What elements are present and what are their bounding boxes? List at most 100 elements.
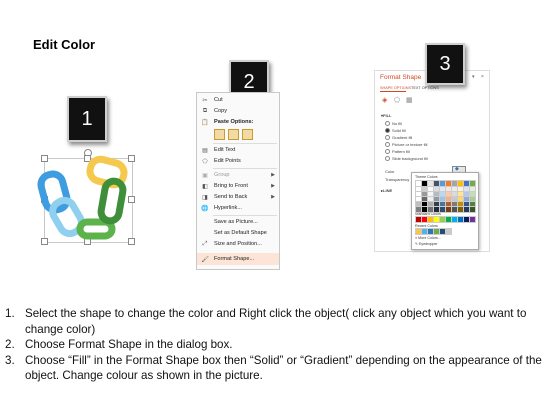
color-swatch[interactable] — [445, 206, 452, 213]
menu-item-edit-points[interactable]: ⬠ Edit Points — [197, 156, 279, 166]
color-swatch[interactable] — [451, 196, 458, 203]
effects-icon[interactable]: ⬠ — [394, 96, 400, 104]
menu-item-set-default-shape[interactable]: Set as Default Shape — [197, 228, 279, 238]
color-swatch[interactable] — [469, 206, 476, 213]
fill-line-icon[interactable]: ◈ — [382, 96, 387, 104]
color-swatch[interactable] — [451, 201, 458, 208]
color-swatch[interactable] — [463, 206, 470, 213]
tab-shape-options[interactable]: SHAPE OPTIONS — [380, 86, 411, 90]
color-swatch[interactable] — [433, 228, 440, 235]
color-swatch[interactable] — [463, 186, 470, 193]
color-swatch[interactable] — [415, 196, 422, 203]
color-swatch[interactable] — [463, 180, 470, 187]
color-swatch[interactable] — [433, 196, 440, 203]
color-swatch[interactable] — [421, 191, 428, 198]
color-swatch[interactable] — [439, 201, 446, 208]
color-swatch[interactable] — [439, 180, 446, 187]
color-swatch[interactable] — [421, 186, 428, 193]
menu-item-copy[interactable]: ⧉ Copy — [197, 106, 279, 116]
color-swatch[interactable] — [457, 201, 464, 208]
color-swatch[interactable] — [415, 191, 422, 198]
fill-option-pattern[interactable]: Pattern fill — [385, 149, 410, 154]
fill-option-gradient[interactable]: Gradient fill — [385, 135, 412, 140]
color-swatch[interactable] — [439, 191, 446, 198]
color-swatch[interactable] — [421, 180, 428, 187]
color-swatch[interactable] — [415, 180, 422, 187]
color-swatch[interactable] — [457, 196, 464, 203]
color-swatch[interactable] — [421, 216, 428, 223]
color-swatch[interactable] — [451, 180, 458, 187]
color-swatch[interactable] — [427, 228, 434, 235]
eyedropper-item[interactable]: ✎ Eyedropper — [415, 242, 438, 246]
color-swatch[interactable] — [427, 186, 434, 193]
color-swatch[interactable] — [433, 201, 440, 208]
color-swatch[interactable] — [427, 196, 434, 203]
color-swatch[interactable] — [445, 201, 452, 208]
color-swatch[interactable] — [439, 206, 446, 213]
color-swatch[interactable] — [439, 186, 446, 193]
color-swatch[interactable] — [439, 196, 446, 203]
color-swatch[interactable] — [415, 201, 422, 208]
color-swatch[interactable] — [427, 206, 434, 213]
color-swatch[interactable] — [457, 180, 464, 187]
color-swatch[interactable] — [457, 186, 464, 193]
color-swatch[interactable] — [427, 180, 434, 187]
color-swatch[interactable] — [439, 216, 446, 223]
color-swatch[interactable] — [451, 216, 458, 223]
color-swatch[interactable] — [463, 216, 470, 223]
color-swatch[interactable] — [451, 191, 458, 198]
paste-merge-icon[interactable] — [228, 128, 239, 140]
color-swatch[interactable] — [439, 228, 446, 235]
paste-text-only-icon[interactable] — [242, 128, 253, 140]
paste-keep-source-icon[interactable] — [214, 128, 225, 140]
color-swatch[interactable] — [469, 186, 476, 193]
color-swatch[interactable] — [415, 206, 422, 213]
color-swatch[interactable] — [463, 196, 470, 203]
color-swatch[interactable] — [469, 191, 476, 198]
color-swatch[interactable] — [433, 180, 440, 187]
menu-item-save-as-picture[interactable]: Save as Picture... — [197, 217, 279, 227]
color-swatch[interactable] — [457, 216, 464, 223]
color-swatch[interactable] — [421, 201, 428, 208]
color-swatch[interactable] — [457, 206, 464, 213]
color-swatch[interactable] — [469, 196, 476, 203]
pane-options-icon[interactable]: ▾ — [472, 74, 475, 80]
color-swatch[interactable] — [415, 216, 422, 223]
color-swatch[interactable] — [427, 201, 434, 208]
menu-item-format-shape[interactable]: 🖌 Format Shape... — [197, 253, 279, 265]
tab-text-options[interactable]: TEXT OPTIONS — [411, 86, 439, 90]
close-icon[interactable]: × — [481, 74, 484, 80]
color-swatch[interactable] — [445, 186, 452, 193]
color-swatch[interactable] — [469, 180, 476, 187]
color-swatch[interactable] — [469, 216, 476, 223]
color-swatch[interactable] — [415, 228, 422, 235]
color-swatch[interactable] — [445, 196, 452, 203]
color-swatch[interactable] — [415, 186, 422, 193]
color-swatch[interactable] — [457, 191, 464, 198]
color-swatch[interactable] — [445, 216, 452, 223]
color-swatch[interactable] — [421, 196, 428, 203]
fill-option-no-fill[interactable]: No fill — [385, 121, 402, 126]
color-swatch[interactable] — [433, 206, 440, 213]
menu-item-cut[interactable]: ✂ Cut — [197, 95, 279, 105]
menu-item-bring-to-front[interactable]: ◧ Bring to Front ▶ — [197, 181, 279, 191]
fill-option-slide-background[interactable]: Slide background fill — [385, 156, 428, 161]
menu-item-send-to-back[interactable]: ◨ Send to Back ▶ — [197, 192, 279, 202]
menu-item-hyperlink[interactable]: 🌐 Hyperlink... — [197, 203, 279, 213]
menu-item-edit-text[interactable]: ▤ Edit Text — [197, 145, 279, 155]
color-swatch[interactable] — [421, 228, 428, 235]
color-swatch[interactable] — [469, 201, 476, 208]
fill-option-picture[interactable]: Picture or texture fill — [385, 142, 427, 147]
line-section-header[interactable]: ▸ LINE — [381, 188, 392, 193]
fill-option-solid[interactable]: Solid fill — [385, 128, 406, 133]
color-swatch[interactable] — [421, 206, 428, 213]
menu-item-group[interactable]: ▣ Group ▶ — [197, 170, 279, 180]
color-swatch[interactable] — [427, 216, 434, 223]
color-swatch[interactable] — [451, 206, 458, 213]
color-swatch[interactable] — [463, 201, 470, 208]
menu-item-size-position[interactable]: ⤢ Size and Position... — [197, 239, 279, 249]
color-swatch[interactable] — [427, 191, 434, 198]
color-swatch[interactable] — [433, 186, 440, 193]
color-swatch[interactable] — [451, 186, 458, 193]
more-colors-item[interactable]: ● More Colors... — [415, 236, 441, 240]
